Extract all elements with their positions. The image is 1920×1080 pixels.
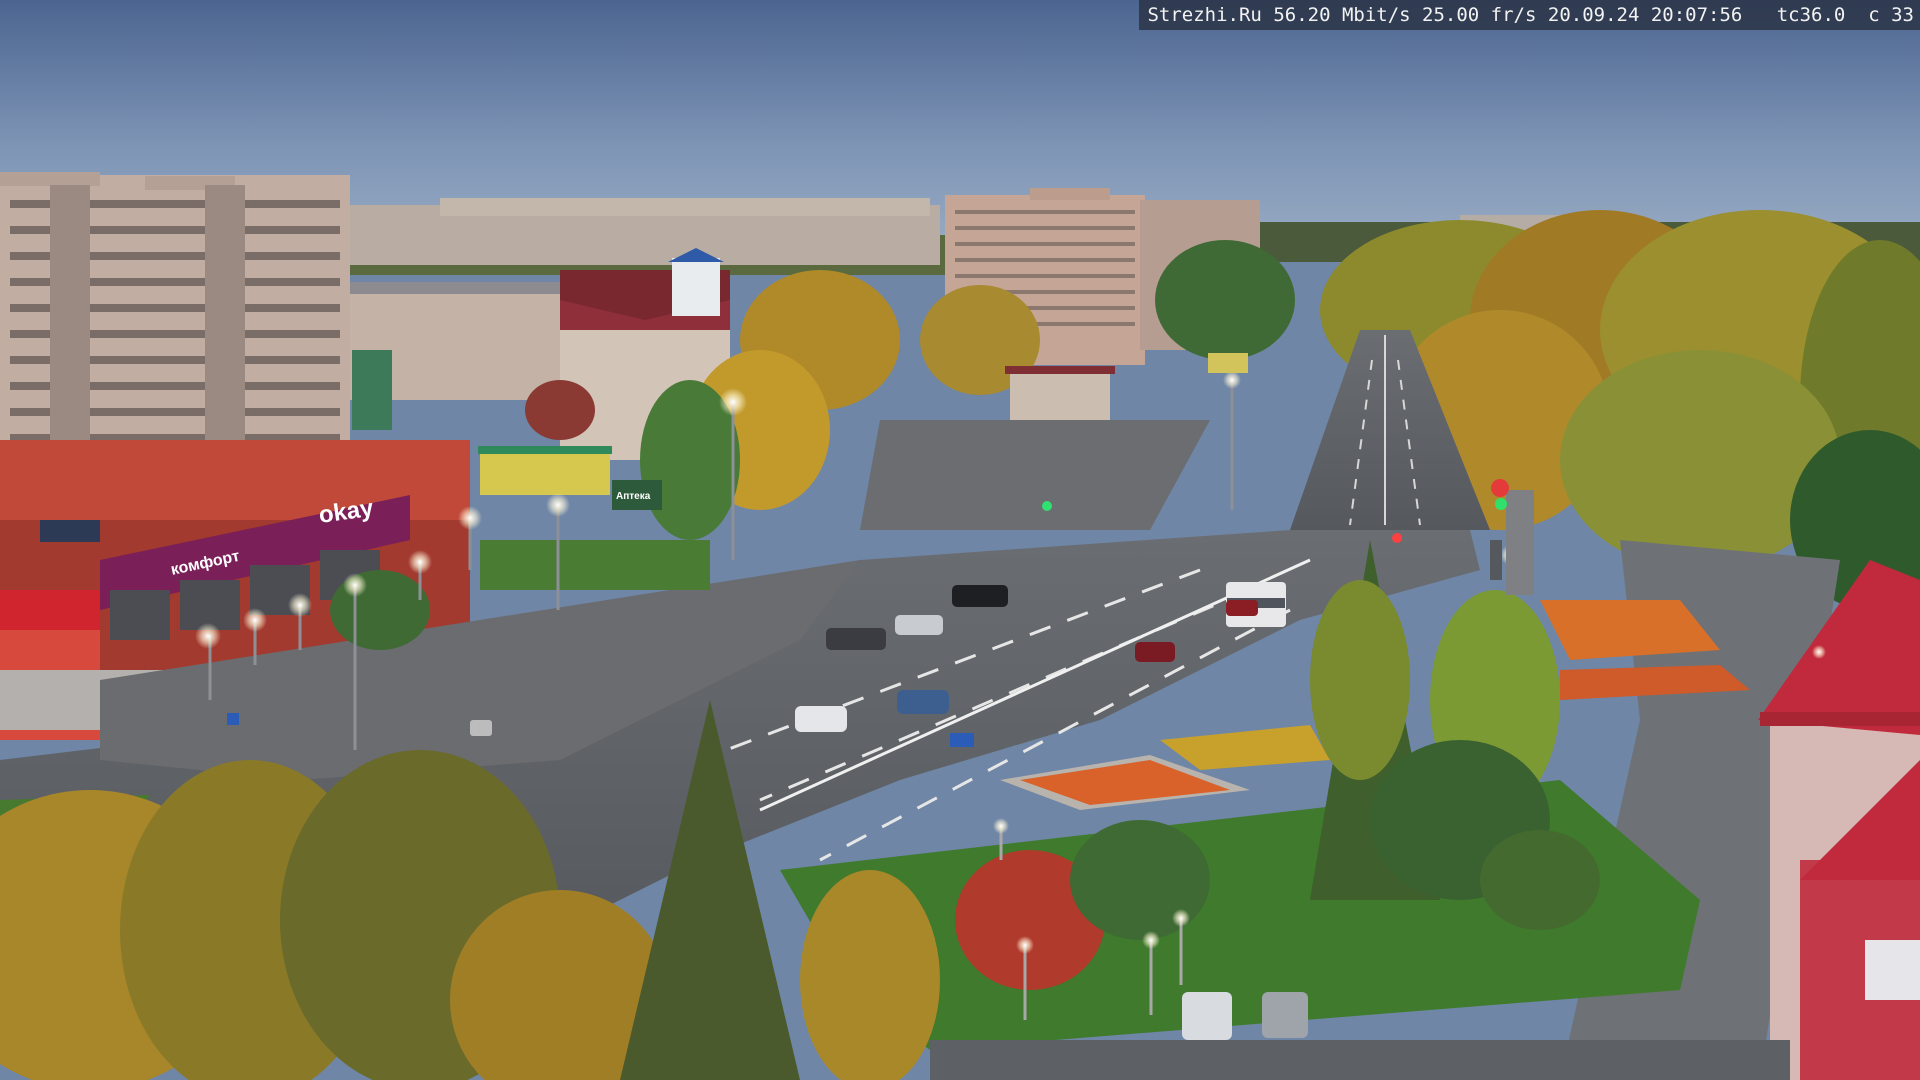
osd-time: 20:07:56	[1650, 4, 1743, 26]
central-plaza	[860, 420, 1210, 530]
osd-date: 20.09.24	[1547, 4, 1640, 26]
osd-site: Strezhi.Ru	[1147, 4, 1262, 26]
osd-bitrate: 56.20 Mbit/s	[1273, 4, 1411, 26]
city-webcam-scene: okay комфорт Аптека	[0, 0, 1920, 1080]
osd-code: tc36.0	[1776, 4, 1846, 26]
road-sign-blue	[950, 733, 974, 747]
osd-channel: c 33	[1868, 4, 1914, 26]
osd-framerate: 25.00 fr/s	[1422, 4, 1537, 26]
kiosk	[480, 450, 610, 495]
traffic-light-green	[1495, 498, 1507, 510]
kiosk-sign: Аптека	[616, 491, 651, 502]
camera-osd-bar: Strezhi.Ru 56.20 Mbit/s 25.00 fr/s 20.09…	[1139, 0, 1920, 30]
avenue-billboard	[1208, 353, 1248, 373]
small-pavilion	[1010, 370, 1110, 420]
foreground-parking	[930, 1040, 1790, 1080]
monument	[1506, 490, 1534, 595]
road-sign-parking	[227, 713, 239, 725]
left-green-strip	[480, 540, 710, 590]
traffic-light-red	[1491, 479, 1509, 497]
